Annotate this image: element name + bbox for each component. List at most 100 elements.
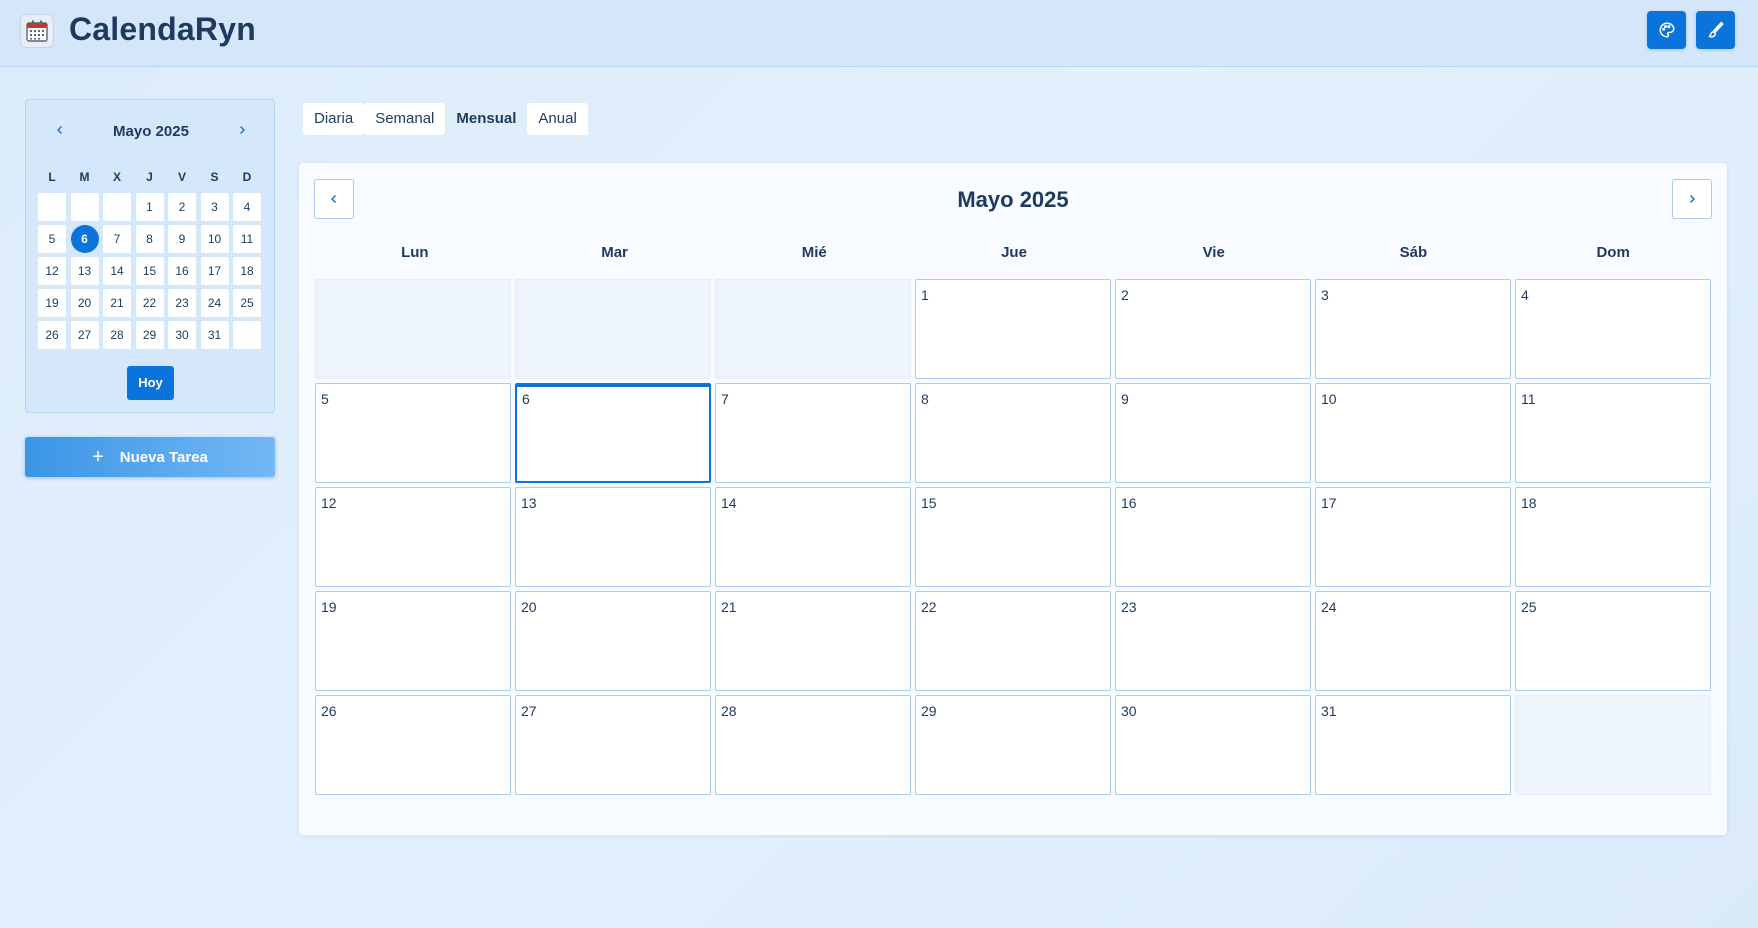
tab-mensual[interactable]: Mensual: [445, 103, 527, 135]
day-cell[interactable]: 11: [1515, 383, 1711, 483]
day-number: 16: [1121, 495, 1137, 511]
day-number: 10: [1321, 391, 1337, 407]
day-number: 19: [321, 599, 337, 615]
weekday-header: Mar: [601, 244, 628, 261]
day-cell[interactable]: 1: [915, 279, 1111, 379]
mini-day-cell[interactable]: 21: [103, 289, 131, 317]
day-cell[interactable]: 29: [915, 695, 1111, 795]
mini-empty-cell: [233, 321, 261, 349]
day-number: 25: [1521, 599, 1537, 615]
mini-next-month-button[interactable]: [232, 120, 252, 140]
mini-day-cell[interactable]: 23: [168, 289, 196, 317]
mini-day-cell[interactable]: 26: [38, 321, 66, 349]
mini-day-cell[interactable]: 20: [70, 289, 99, 317]
day-number: 1: [921, 287, 929, 303]
day-cell[interactable]: 19: [315, 591, 511, 691]
day-cell[interactable]: 12: [315, 487, 511, 587]
mini-weekday-label: S: [210, 170, 219, 184]
day-number: 14: [721, 495, 737, 511]
mini-weekday-label: L: [48, 170, 56, 184]
mini-day-cell[interactable]: 25: [233, 289, 261, 317]
day-cell[interactable]: 6: [515, 383, 711, 483]
day-cell[interactable]: 30: [1115, 695, 1311, 795]
mini-day-cell[interactable]: 17: [200, 257, 229, 285]
brush-button[interactable]: [1696, 11, 1735, 49]
day-cell[interactable]: 18: [1515, 487, 1711, 587]
day-cell[interactable]: 16: [1115, 487, 1311, 587]
mini-day-cell[interactable]: 11: [233, 225, 261, 253]
day-cell[interactable]: 7: [715, 383, 911, 483]
mini-day-cell[interactable]: 15: [135, 257, 164, 285]
mini-day-cell[interactable]: 4: [233, 193, 261, 221]
mini-day-cell[interactable]: 8: [135, 225, 164, 253]
new-task-button[interactable]: + Nueva Tarea: [25, 437, 275, 477]
day-number: 20: [521, 599, 537, 615]
tab-anual[interactable]: Anual: [527, 103, 588, 135]
day-number: 8: [921, 391, 929, 407]
day-cell[interactable]: 8: [915, 383, 1111, 483]
day-cell[interactable]: 24: [1315, 591, 1511, 691]
day-cell[interactable]: 15: [915, 487, 1111, 587]
mini-day-cell[interactable]: 3: [200, 193, 229, 221]
tab-semanal[interactable]: Semanal: [364, 103, 446, 135]
mini-weekday-label: M: [79, 170, 90, 184]
day-cell[interactable]: 23: [1115, 591, 1311, 691]
day-number: 21: [721, 599, 737, 615]
mini-day-cell[interactable]: 14: [103, 257, 131, 285]
day-cell[interactable]: 9: [1115, 383, 1311, 483]
day-number: 22: [921, 599, 937, 615]
mini-day-cell[interactable]: 1: [135, 193, 164, 221]
day-cell[interactable]: 4: [1515, 279, 1711, 379]
mini-day-cell[interactable]: 31: [200, 321, 229, 349]
empty-day-cell: [315, 279, 511, 379]
weekday-header: Sáb: [1399, 244, 1428, 261]
day-cell[interactable]: 27: [515, 695, 711, 795]
day-cell[interactable]: 17: [1315, 487, 1511, 587]
day-cell[interactable]: 22: [915, 591, 1111, 691]
month-title: Mayo 2025: [957, 187, 1069, 212]
mini-weekday-label: X: [112, 170, 121, 184]
day-number: 17: [1321, 495, 1337, 511]
mini-day-cell[interactable]: 27: [70, 321, 99, 349]
day-number: 26: [321, 703, 337, 719]
day-cell[interactable]: 3: [1315, 279, 1511, 379]
day-cell[interactable]: 20: [515, 591, 711, 691]
day-cell[interactable]: 28: [715, 695, 911, 795]
mini-weekday-label: J: [146, 170, 153, 184]
next-month-button[interactable]: [1672, 179, 1712, 219]
mini-day-cell[interactable]: 16: [168, 257, 196, 285]
mini-day-cell[interactable]: 12: [38, 257, 66, 285]
mini-day-cell[interactable]: 22: [135, 289, 164, 317]
day-cell[interactable]: 21: [715, 591, 911, 691]
mini-weekday-label: V: [177, 170, 186, 184]
mini-day-cell[interactable]: 28: [103, 321, 131, 349]
mini-day-cell[interactable]: 2: [168, 193, 196, 221]
mini-day-cell[interactable]: 10: [200, 225, 229, 253]
mini-day-cell[interactable]: 5: [38, 225, 66, 253]
mini-day-cell[interactable]: 13: [70, 257, 99, 285]
theme-palette-button[interactable]: [1647, 11, 1686, 49]
plus-icon: +: [92, 446, 104, 468]
day-cell[interactable]: 10: [1315, 383, 1511, 483]
today-button[interactable]: Hoy: [127, 366, 174, 400]
day-cell[interactable]: 26: [315, 695, 511, 795]
mini-day-cell[interactable]: 24: [200, 289, 229, 317]
day-cell[interactable]: 13: [515, 487, 711, 587]
mini-day-cell[interactable]: 9: [168, 225, 196, 253]
mini-day-cell[interactable]: 18: [233, 257, 261, 285]
mini-day-cell[interactable]: 19: [38, 289, 66, 317]
day-cell[interactable]: 2: [1115, 279, 1311, 379]
day-number: 6: [522, 391, 530, 407]
mini-calendar: Mayo 2025 L M X J V S D 1 2 3 4 5 6 7 8 9 10 11 12 13 14 15 16…: [25, 99, 275, 413]
app-header: CalendaRyn: [0, 0, 1758, 67]
day-cell[interactable]: 31: [1315, 695, 1511, 795]
day-number: 5: [321, 391, 329, 407]
day-cell[interactable]: 5: [315, 383, 511, 483]
day-cell[interactable]: 14: [715, 487, 911, 587]
mini-day-cell[interactable]: 30: [168, 321, 196, 349]
tab-diaria[interactable]: Diaria: [303, 103, 365, 135]
mini-day-cell[interactable]: 7: [103, 225, 131, 253]
day-cell[interactable]: 25: [1515, 591, 1711, 691]
mini-day-cell[interactable]: 29: [135, 321, 164, 349]
mini-day-cell[interactable]: 6: [70, 225, 99, 253]
